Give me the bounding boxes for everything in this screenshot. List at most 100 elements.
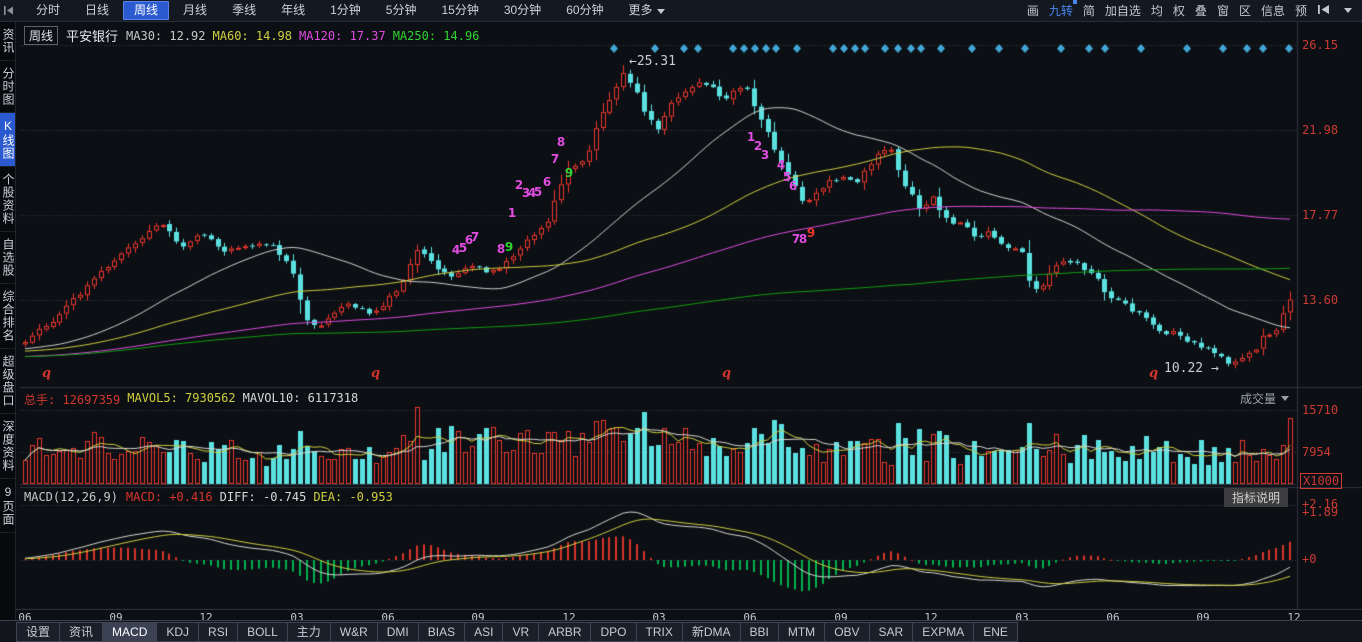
indicator-button-news[interactable]: 资讯 <box>60 621 104 642</box>
sidebar-item-super-orderbook[interactable]: 超级盘口 <box>0 349 15 414</box>
jump-back-icon[interactable] <box>1317 4 1330 18</box>
tab-daily[interactable]: 日线 <box>74 1 120 20</box>
macd-legend: MACD: +0.416 DIFF: -0.745 DEA: -0.953 <box>126 490 393 504</box>
ex-rights-marker-1: q <box>371 366 381 381</box>
indicator-button-obv[interactable]: OBV <box>825 621 870 642</box>
low-price-annotation: 10.22 → <box>1164 361 1219 376</box>
more-caret-icon <box>656 9 665 14</box>
indicator-button-wr[interactable]: W&R <box>330 621 378 642</box>
indicator-help-button[interactable]: 指标说明 <box>1224 488 1289 507</box>
toolbar-item-overlay[interactable]: 叠 <box>1195 2 1207 19</box>
indicator-button-expma[interactable]: EXPMA <box>913 621 975 642</box>
tab-more[interactable]: 更多 <box>618 1 676 20</box>
sidebar-item-watchlist[interactable]: 自选股 <box>0 232 15 284</box>
chart-header: 周线 平安银行 MA30: 12.92 MA60: 14.98 MA120: 17.… <box>24 26 479 45</box>
tab-min5[interactable]: 5分钟 <box>375 1 428 20</box>
sidebar-item-page9[interactable]: 9页面 <box>0 479 15 533</box>
indicator-button-arbr[interactable]: ARBR <box>539 621 592 642</box>
volume-selector-label: 成交量 <box>1240 392 1277 406</box>
sidebar-item-ranking[interactable]: 综合排名 <box>0 284 15 349</box>
tab-min15[interactable]: 15分钟 <box>430 1 489 20</box>
ex-rights-marker-3: q <box>1149 366 1159 381</box>
panel-toggle-icon[interactable] <box>0 0 16 22</box>
tab-monthly[interactable]: 月线 <box>172 1 218 20</box>
volume-legend-item-1: MAVOL5: 7930562 <box>127 391 236 405</box>
toolbar-item-rights[interactable]: 权 <box>1173 2 1185 19</box>
nine-turn-count-13: 8 <box>556 135 566 149</box>
volume-indicator-selector[interactable]: 成交量 <box>1240 390 1290 407</box>
indicator-button-bias[interactable]: BIAS <box>418 621 466 642</box>
indicator-button-mtm[interactable]: MTM <box>778 621 826 642</box>
indicator-button-dpo[interactable]: DPO <box>591 621 637 642</box>
nine-turn-badge <box>1072 0 1077 4</box>
price-axis-tick-0: 26.15 <box>1302 38 1339 52</box>
toolbar-dropdown-caret-icon[interactable] <box>1344 8 1352 13</box>
toolbar-item-zone[interactable]: 区 <box>1239 2 1251 19</box>
indicator-button-dmi[interactable]: DMI <box>377 621 419 642</box>
indicator-button-trix[interactable]: TRIX <box>636 621 683 642</box>
nine-turn-count-17: 3 <box>760 148 770 162</box>
indicator-button-ene[interactable]: ENE <box>974 621 1018 642</box>
toolbar-item-draw[interactable]: 画 <box>1027 2 1039 19</box>
nine-turn-count-12: 7 <box>550 152 560 166</box>
tab-yearly[interactable]: 年线 <box>270 1 316 20</box>
price-axis-tick-3: 13.60 <box>1302 293 1339 307</box>
macd-header: MACD(12,26,9) MACD: +0.416 DIFF: -0.745 DE… <box>24 490 393 504</box>
toolbar-item-forecast[interactable]: 预 <box>1295 2 1307 19</box>
indicator-button-newdma[interactable]: 新DMA <box>682 621 741 642</box>
toolbar-item-avg[interactable]: 均 <box>1151 2 1163 19</box>
toolbar-item-nine-turn[interactable]: 九转 <box>1049 0 1077 19</box>
indicator-button-settings[interactable]: 设置 <box>16 621 61 642</box>
indicator-button-rsi[interactable]: RSI <box>199 621 239 642</box>
toolbar-item-info[interactable]: 信息 <box>1261 2 1285 19</box>
high-price-annotation: ←25.31 <box>629 54 676 69</box>
period-badge: 周线 <box>24 26 59 45</box>
indicator-button-sar[interactable]: SAR <box>869 621 914 642</box>
tab-fenshi[interactable]: 分时 <box>25 1 71 20</box>
macd-legend-item-1: DIFF: -0.745 <box>219 490 307 504</box>
toolbar-item-window[interactable]: 窗 <box>1217 2 1229 19</box>
period-tabs: 分时 日线 周线 月线 季线 年线 1分钟 5分钟 15分钟 30分钟 60分钟 更多 <box>25 1 676 20</box>
tab-quarterly[interactable]: 季线 <box>221 1 267 20</box>
nine-turn-count-6: 1 <box>507 206 517 220</box>
trading-app-window: 分时 日线 周线 月线 季线 年线 1分钟 5分钟 15分钟 30分钟 60分钟 更多 画九转简加自选… <box>0 0 1362 642</box>
nine-turn-count-11: 6 <box>542 175 552 189</box>
macd-axis-tick-2: +0 <box>1302 552 1317 566</box>
ma-legend-item-3: MA250: 14.96 <box>392 28 480 43</box>
macd-legend-item-0: MACD: +0.416 <box>125 490 213 504</box>
macd-legend-item-2: DEA: -0.953 <box>313 490 393 504</box>
tab-min60[interactable]: 60分钟 <box>555 1 614 20</box>
indicator-toolbar: 设置 资讯 MACD KDJ RSI BOLL 主力 W&R DMI BIAS ASI VR ARBR D… <box>0 620 1362 642</box>
macd-title: MACD(12,26,9) <box>24 490 118 504</box>
top-toolbar-right: 画九转简加自选均权叠窗区信息预 <box>1027 0 1362 19</box>
ma-legend-item-1: MA60: 14.98 <box>212 28 292 43</box>
indicator-button-boll[interactable]: BOLL <box>238 621 288 642</box>
stock-name: 平安银行 <box>66 29 119 44</box>
indicator-button-asi[interactable]: ASI <box>465 621 504 642</box>
sidebar-item-kline-chart[interactable]: K线图 <box>0 113 15 167</box>
price-axis-tick-1: 21.98 <box>1302 123 1339 137</box>
indicator-button-kdj[interactable]: KDJ <box>157 621 200 642</box>
tab-min1[interactable]: 1分钟 <box>319 1 372 20</box>
toolbar-item-simple[interactable]: 简 <box>1083 2 1095 19</box>
top-toolbar: 分时 日线 周线 月线 季线 年线 1分钟 5分钟 15分钟 30分钟 60分钟 更多 画九转简加自选… <box>0 0 1362 22</box>
indicator-button-macd[interactable]: MACD <box>103 621 158 642</box>
macd-axis-tick-1: +1.89 <box>1302 505 1339 519</box>
tab-weekly[interactable]: 周线 <box>123 1 170 20</box>
nine-turn-count-20: 6 <box>788 179 798 193</box>
sidebar-item-news[interactable]: 资讯 <box>0 22 15 61</box>
sidebar-item-intraday-chart[interactable]: 分时图 <box>0 61 15 113</box>
volume-legend-item-2: MAVOL10: 6117318 <box>242 391 359 405</box>
volume-axis-unit: X1000 <box>1300 473 1343 489</box>
volume-header: 总手: 12697359 MAVOL5: 7930562 MAVOL10: 6117… <box>24 391 358 408</box>
sidebar-item-stock-profile[interactable]: 个股资料 <box>0 167 15 232</box>
volume-legend: 总手: 12697359 MAVOL5: 7930562 MAVOL10: 6117… <box>24 391 358 408</box>
indicator-button-main-force[interactable]: 主力 <box>287 621 331 642</box>
tab-min30[interactable]: 30分钟 <box>493 1 552 20</box>
sidebar-item-deep-data[interactable]: 深度资料 <box>0 414 15 479</box>
kline-chart-canvas[interactable] <box>16 22 1362 610</box>
toolbar-item-add-watchlist[interactable]: 加自选 <box>1105 2 1141 19</box>
indicator-button-bbi[interactable]: BBI <box>740 621 779 642</box>
nine-turn-count-23: 9 <box>806 226 816 240</box>
indicator-button-vr[interactable]: VR <box>503 621 540 642</box>
